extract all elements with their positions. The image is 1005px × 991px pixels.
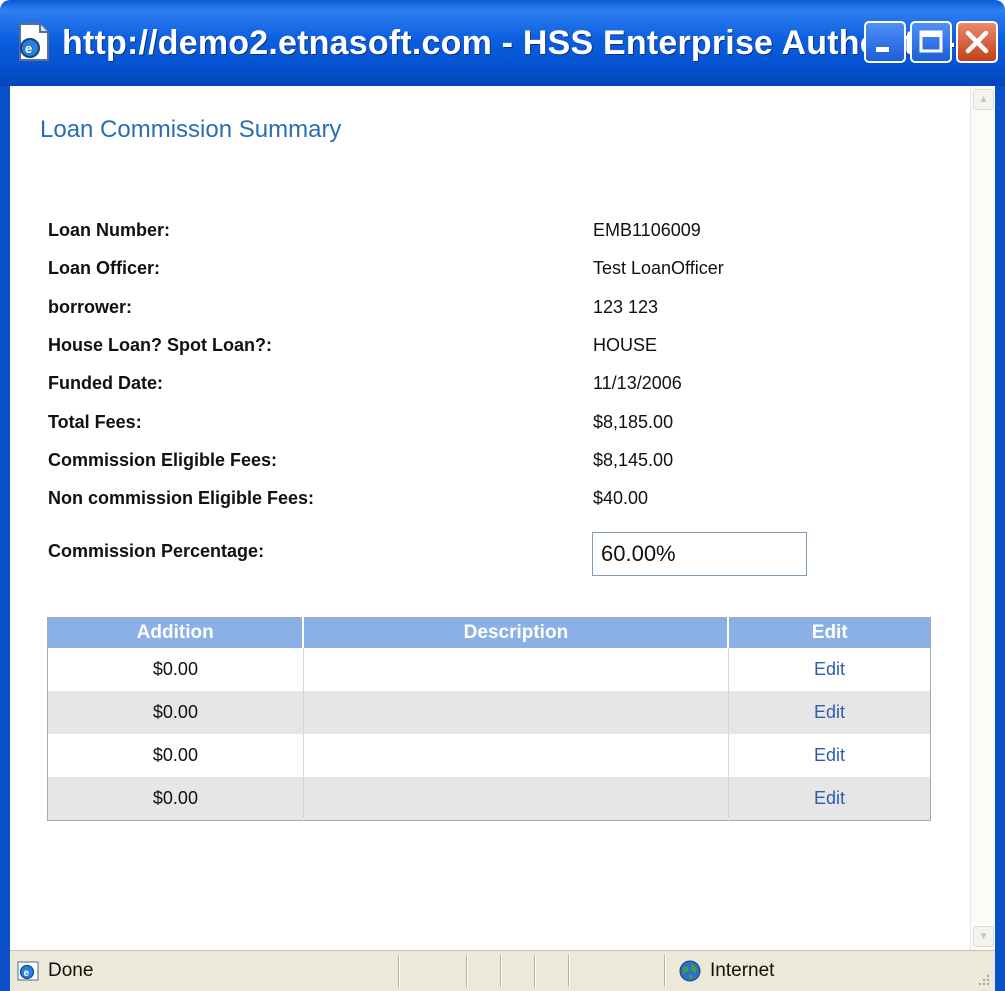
column-header-description[interactable]: Description [303, 617, 730, 648]
status-divider [500, 955, 502, 987]
description-cell [303, 648, 729, 691]
edit-link[interactable]: Edit [728, 691, 931, 734]
total-fees-value: $8,185.00 [593, 412, 674, 432]
svg-text:e: e [25, 41, 32, 56]
svg-text:e: e [24, 968, 30, 979]
column-header-addition[interactable]: Addition [47, 617, 305, 648]
minimize-icon [876, 47, 889, 52]
table-row: $0.00 Edit [47, 734, 931, 777]
table-row: $0.00 Edit [47, 777, 931, 821]
status-bar: e Done Internet [10, 950, 995, 991]
chevron-down-icon: ▼ [978, 931, 989, 942]
non-commission-eligible-fees-label: Non commission Eligible Fees: [48, 488, 315, 508]
column-header-edit[interactable]: Edit [728, 617, 931, 648]
status-divider [664, 955, 666, 987]
page-title: Loan Commission Summary [40, 116, 342, 143]
loan-number-label: Loan Number: [48, 220, 171, 240]
edit-link[interactable]: Edit [728, 734, 931, 777]
commission-percentage-label: Commission Percentage: [48, 541, 265, 561]
loan-officer-value: Test LoanOfficer [593, 258, 724, 278]
status-divider [398, 955, 400, 987]
edit-link[interactable]: Edit [728, 648, 931, 691]
table-row: $0.00 Edit [47, 691, 931, 734]
non-commission-eligible-fees-value: $40.00 [593, 488, 649, 508]
page-content: Loan Commission Summary Loan Number: EMB… [10, 86, 970, 950]
window-frame-left [0, 86, 10, 991]
loan-type-value: HOUSE [593, 335, 658, 355]
minimize-button[interactable] [864, 21, 906, 63]
loan-number-value: EMB1106009 [593, 220, 701, 240]
status-text: Done [48, 960, 94, 981]
table-header-row: Addition Description Edit [47, 617, 931, 648]
edit-link[interactable]: Edit [728, 777, 931, 821]
commission-percentage-input[interactable] [592, 532, 807, 576]
funded-date-label: Funded Date: [48, 373, 163, 393]
total-fees-label: Total Fees: [48, 412, 142, 432]
scroll-down-button[interactable]: ▼ [973, 926, 994, 947]
globe-icon [679, 960, 701, 982]
commission-eligible-fees-value: $8,145.00 [593, 450, 674, 470]
resize-grip-icon[interactable] [977, 973, 991, 987]
addition-cell: $0.00 [47, 734, 304, 777]
chevron-up-icon: ▲ [978, 94, 989, 105]
window-title: http://demo2.etnasoft.com - HSS Enterpri… [62, 24, 985, 62]
status-divider [568, 955, 570, 987]
window-frame-right [995, 86, 1005, 991]
borrower-value: 123 123 [593, 297, 659, 317]
loan-type-label: House Loan? Spot Loan?: [48, 335, 272, 355]
funded-date-value: 11/13/2006 [593, 373, 682, 393]
loan-officer-label: Loan Officer: [48, 258, 161, 278]
addition-cell: $0.00 [47, 648, 304, 691]
description-cell [303, 734, 729, 777]
vertical-scrollbar[interactable]: ▲ ▼ [970, 86, 995, 950]
description-cell [303, 777, 729, 821]
description-cell [303, 691, 729, 734]
maximize-icon [919, 30, 943, 53]
addition-cell: $0.00 [47, 777, 304, 821]
table-row: $0.00 Edit [47, 648, 931, 691]
additions-table: Addition Description Edit $0.00 Edit $0.… [47, 617, 931, 821]
commission-eligible-fees-label: Commission Eligible Fees: [48, 450, 278, 470]
borrower-label: borrower: [48, 297, 133, 317]
ie-page-icon: e [19, 23, 49, 61]
close-icon [965, 30, 989, 54]
close-button[interactable] [956, 21, 998, 63]
maximize-button[interactable] [910, 21, 952, 63]
status-divider [534, 955, 536, 987]
zone-text: Internet [710, 960, 775, 981]
ie-icon: e [17, 961, 39, 981]
addition-cell: $0.00 [47, 691, 304, 734]
window-title-bar[interactable]: e http://demo2.etnasoft.com - HSS Enterp… [0, 0, 1005, 86]
status-divider [466, 955, 468, 987]
scroll-up-button[interactable]: ▲ [973, 89, 994, 110]
